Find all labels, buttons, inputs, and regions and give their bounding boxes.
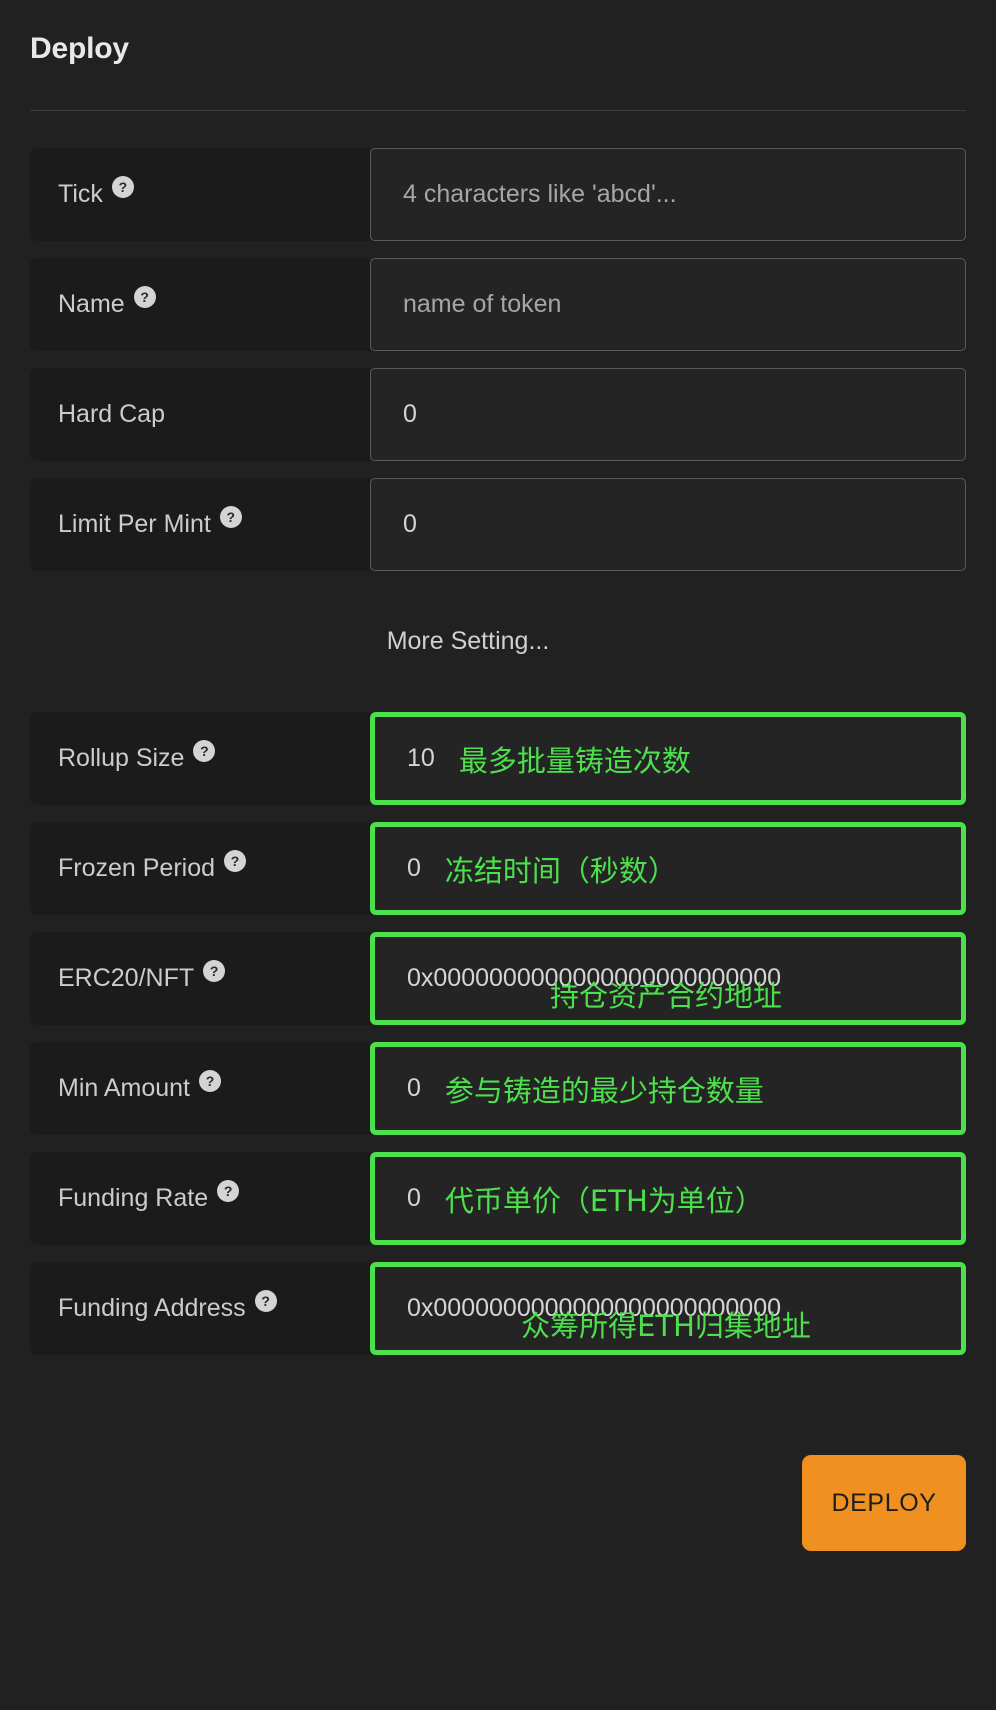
field-input[interactable]: 0 — [370, 368, 966, 461]
form-row: Rollup Size? 10 最多批量铸造次数 — [30, 712, 966, 805]
help-icon[interactable]: ? — [112, 176, 134, 198]
form-row: Name? name of token — [30, 258, 966, 351]
field-value: 0x0000000000000000000000000 — [407, 1294, 781, 1323]
field-label-cell: Rollup Size? — [30, 712, 370, 805]
annotation-text: 冻结时间（秒数） — [445, 848, 677, 890]
field-value: 0x0000000000000000000000000 — [407, 964, 781, 993]
help-icon[interactable]: ? — [224, 850, 246, 872]
field-placeholder: 4 characters like 'abcd'... — [403, 180, 677, 209]
deploy-button[interactable]: DEPLOY — [802, 1455, 966, 1551]
field-label: Limit Per Mint — [58, 510, 211, 539]
form-row: Frozen Period? 0 冻结时间（秒数） — [30, 822, 966, 915]
form-row: Hard Cap 0 — [30, 368, 966, 461]
field-input[interactable]: 0x0000000000000000000000000持仓资产合约地址 — [370, 932, 966, 1025]
field-input[interactable]: 0 代币单价（ETH为单位） — [370, 1152, 966, 1245]
field-input[interactable]: 0x0000000000000000000000000众筹所得ETH归集地址 — [370, 1262, 966, 1355]
form-row: Tick? 4 characters like 'abcd'... — [30, 148, 966, 241]
form-row: Limit Per Mint? 0 — [30, 478, 966, 571]
page-title: Deploy — [30, 0, 966, 66]
field-label-cell: Hard Cap — [30, 368, 370, 461]
help-icon[interactable]: ? — [199, 1070, 221, 1092]
field-label-cell: Tick? — [30, 148, 370, 241]
field-overlay-wrap: 0x0000000000000000000000000众筹所得ETH归集地址 — [407, 1267, 961, 1350]
field-value: 0 — [407, 854, 421, 883]
advanced-fields-group: Rollup Size? 10 最多批量铸造次数 Frozen Period? 0 冻结时… — [30, 712, 966, 1355]
field-label-cell: Funding Rate? — [30, 1152, 370, 1245]
help-icon[interactable]: ? — [203, 960, 225, 982]
help-icon[interactable]: ? — [193, 740, 215, 762]
help-icon[interactable]: ? — [134, 286, 156, 308]
field-label: Rollup Size — [58, 744, 184, 773]
form-row: ERC20/NFT? 0x0000000000000000000000000持仓资… — [30, 932, 966, 1025]
deploy-page: Deploy Tick? 4 characters like 'abcd'... N… — [0, 0, 996, 1710]
field-label: Funding Address — [58, 1294, 246, 1323]
field-placeholder: name of token — [403, 290, 561, 319]
annotation-text: 代币单价（ETH为单位） — [445, 1178, 764, 1220]
field-label: Tick — [58, 180, 103, 209]
field-input[interactable]: 0 冻结时间（秒数） — [370, 822, 966, 915]
form-actions: DEPLOY — [30, 1455, 966, 1551]
field-label: Funding Rate — [58, 1184, 208, 1213]
field-value: 0 — [403, 400, 417, 429]
field-label: Name — [58, 290, 125, 319]
help-icon[interactable]: ? — [217, 1180, 239, 1202]
field-input[interactable]: 0 — [370, 478, 966, 571]
annotation-text: 参与铸造的最少持仓数量 — [445, 1068, 764, 1110]
field-value: 0 — [407, 1074, 421, 1103]
help-icon[interactable]: ? — [220, 506, 242, 528]
annotation-text: 最多批量铸造次数 — [459, 738, 691, 780]
field-input[interactable]: name of token — [370, 258, 966, 351]
form-row: Funding Rate? 0 代币单价（ETH为单位） — [30, 1152, 966, 1245]
field-label: ERC20/NFT — [58, 964, 194, 993]
field-label-cell: Frozen Period? — [30, 822, 370, 915]
title-divider — [30, 110, 966, 111]
help-icon[interactable]: ? — [255, 1290, 277, 1312]
field-input[interactable]: 10 最多批量铸造次数 — [370, 712, 966, 805]
field-value: 0 — [407, 1184, 421, 1213]
field-value: 0 — [403, 510, 417, 539]
field-label-cell: Min Amount? — [30, 1042, 370, 1135]
field-input[interactable]: 4 characters like 'abcd'... — [370, 148, 966, 241]
more-setting-link[interactable]: More Setting... — [30, 627, 966, 656]
basic-fields-group: Tick? 4 characters like 'abcd'... Name? nam… — [30, 148, 966, 571]
field-value: 10 — [407, 744, 435, 773]
field-label-cell: Limit Per Mint? — [30, 478, 370, 571]
field-label: Min Amount — [58, 1074, 190, 1103]
field-label-cell: Funding Address? — [30, 1262, 370, 1355]
field-input[interactable]: 0 参与铸造的最少持仓数量 — [370, 1042, 966, 1135]
field-label: Hard Cap — [58, 400, 165, 429]
form-row: Min Amount? 0 参与铸造的最少持仓数量 — [30, 1042, 966, 1135]
field-overlay-wrap: 0x0000000000000000000000000持仓资产合约地址 — [407, 937, 961, 1020]
field-label: Frozen Period — [58, 854, 215, 883]
field-label-cell: Name? — [30, 258, 370, 351]
form-row: Funding Address? 0x0000000000000000000000… — [30, 1262, 966, 1355]
deploy-form: Tick? 4 characters like 'abcd'... Name? nam… — [30, 148, 966, 1355]
field-label-cell: ERC20/NFT? — [30, 932, 370, 1025]
